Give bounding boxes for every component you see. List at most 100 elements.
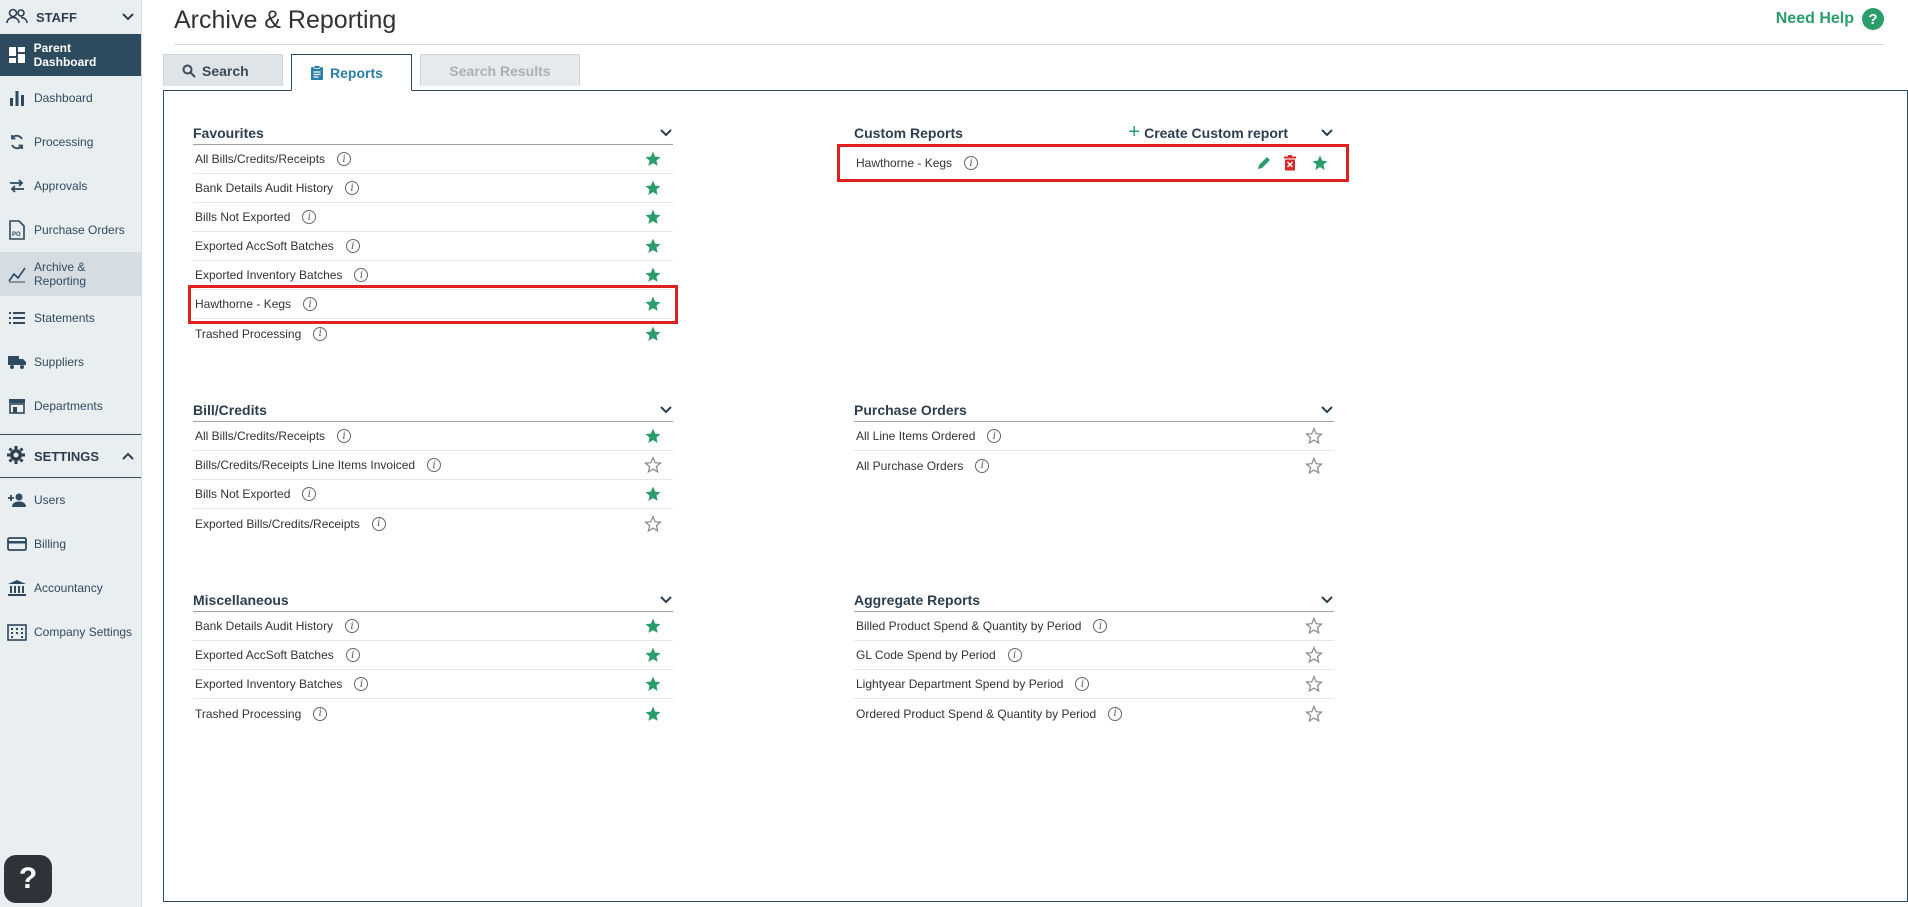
info-icon[interactable]: i (1108, 706, 1123, 721)
settings-section-toggle[interactable]: SETTINGS (0, 434, 141, 478)
info-icon[interactable]: i (964, 156, 979, 170)
sidebar-item-users[interactable]: Users (0, 478, 141, 522)
report-row[interactable]: Ordered Product Spend & Quantity by Peri… (854, 699, 1334, 728)
info-icon[interactable]: i (1007, 648, 1022, 662)
sidebar-item-accountancy[interactable]: Accountancy (0, 566, 141, 610)
star-filled-icon[interactable] (643, 207, 663, 227)
sidebar-item-label: Users (34, 493, 66, 507)
info-icon[interactable]: i (337, 152, 352, 166)
star-filled-icon[interactable] (643, 324, 663, 344)
star-outline-icon[interactable] (1304, 674, 1324, 694)
sidebar-item-approvals[interactable]: Approvals (0, 164, 141, 208)
tab-search-results[interactable]: Search Results (420, 54, 580, 86)
star-filled-icon[interactable] (643, 265, 663, 285)
sidebar-item-suppliers[interactable]: Suppliers (0, 340, 141, 384)
report-row[interactable]: Lightyear Department Spend by Period i (854, 670, 1334, 699)
chevron-down-icon[interactable] (1320, 125, 1334, 141)
report-row[interactable]: Bank Details Audit History i (193, 612, 673, 641)
star-filled-icon[interactable] (643, 616, 663, 636)
star-outline-icon[interactable] (1304, 645, 1324, 665)
report-row[interactable]: All Bills/Credits/Receipts i (193, 422, 673, 451)
star-filled-icon[interactable] (643, 484, 663, 504)
report-row[interactable]: Trashed Processing i (193, 319, 673, 348)
star-filled-icon[interactable] (643, 294, 663, 314)
info-icon[interactable]: i (313, 706, 328, 721)
star-filled-icon[interactable] (643, 426, 663, 446)
need-help-link[interactable]: Need Help ? (1776, 8, 1884, 30)
report-row[interactable]: Bank Details Audit History i (193, 174, 673, 203)
report-row[interactable]: All Bills/Credits/Receipts i (193, 145, 673, 174)
chevron-down-icon[interactable] (659, 402, 673, 418)
star-outline-icon[interactable] (643, 455, 663, 475)
sidebar-item-company-settings[interactable]: Company Settings (0, 610, 141, 654)
star-outline-icon[interactable] (1304, 426, 1324, 446)
chevron-down-icon[interactable] (659, 592, 673, 608)
star-filled-icon[interactable] (643, 674, 663, 694)
report-row[interactable]: Billed Product Spend & Quantity by Perio… (854, 612, 1334, 641)
star-outline-icon[interactable] (1304, 704, 1324, 724)
chevron-up-icon (121, 449, 135, 464)
info-icon[interactable]: i (354, 677, 369, 691)
report-row[interactable]: Exported Bills/Credits/Receipts i (193, 509, 673, 538)
info-icon[interactable]: i (354, 268, 369, 282)
report-row[interactable]: Trashed Processing i (193, 699, 673, 728)
info-icon[interactable]: i (345, 181, 360, 195)
report-row[interactable]: Bills/Credits/Receipts Line Items Invoic… (193, 451, 673, 480)
sidebar-item-statements[interactable]: Statements (0, 296, 141, 340)
question-mark-icon: ? (18, 862, 38, 895)
report-row[interactable]: Exported Inventory Batches i (193, 261, 673, 290)
info-icon[interactable]: i (427, 458, 442, 472)
sidebar-item-archive-reporting[interactable]: Archive & Reporting (0, 252, 141, 296)
info-icon[interactable]: i (345, 239, 360, 253)
report-row[interactable]: All Line Items Ordered i (854, 422, 1334, 451)
sidebar-item-dashboard[interactable]: Dashboard (0, 76, 141, 120)
report-row[interactable]: Bills Not Exported i (193, 203, 673, 232)
info-icon[interactable]: i (987, 429, 1002, 443)
sidebar-item-parent-dashboard[interactable]: Parent Dashboard (0, 34, 141, 76)
report-row[interactable]: Exported Inventory Batches i (193, 670, 673, 699)
info-icon[interactable]: i (313, 326, 328, 341)
info-icon[interactable]: i (371, 516, 386, 531)
chevron-down-icon[interactable] (1320, 402, 1334, 418)
help-chat-button[interactable]: ? (4, 855, 52, 903)
sidebar-item-departments[interactable]: Departments (0, 384, 141, 428)
staff-section-toggle[interactable]: STAFF (0, 0, 141, 34)
star-filled-icon[interactable] (643, 704, 663, 724)
report-row[interactable]: GL Code Spend by Period i (854, 641, 1334, 670)
miscellaneous-list: Bank Details Audit History i Exported Acc… (193, 612, 673, 728)
sidebar-item-billing[interactable]: Billing (0, 522, 141, 566)
report-row-highlighted[interactable]: Hawthorne - Kegs i (188, 285, 678, 324)
tab-reports[interactable]: Reports (291, 54, 412, 91)
report-row[interactable]: All Purchase Orders i (854, 451, 1334, 480)
create-custom-report-button[interactable]: + Create Custom report (1128, 121, 1288, 144)
star-filled-icon[interactable] (643, 236, 663, 256)
star-outline-icon[interactable] (1304, 456, 1324, 476)
sidebar-item-purchase-orders[interactable]: PO Purchase Orders (0, 208, 141, 252)
star-outline-icon[interactable] (643, 514, 663, 534)
info-icon[interactable]: i (302, 210, 317, 224)
report-row[interactable]: Exported AccSoft Batches i (193, 232, 673, 261)
info-icon[interactable]: i (975, 458, 990, 473)
info-icon[interactable]: i (302, 487, 317, 501)
info-icon[interactable]: i (345, 648, 360, 662)
tab-search[interactable]: Search (163, 54, 283, 86)
star-outline-icon[interactable] (1304, 616, 1324, 636)
report-row-highlighted[interactable]: Hawthorne - Kegs i (837, 144, 1349, 182)
chevron-down-icon[interactable] (1320, 592, 1334, 608)
star-filled-icon[interactable] (643, 149, 663, 169)
info-icon[interactable]: i (337, 429, 352, 443)
star-filled-icon[interactable] (643, 645, 663, 665)
info-icon[interactable]: i (345, 619, 360, 633)
info-icon[interactable]: i (1075, 677, 1090, 691)
star-filled-icon[interactable] (1310, 153, 1330, 173)
delete-icon[interactable] (1280, 153, 1300, 173)
chevron-down-icon[interactable] (659, 125, 673, 141)
report-name: Lightyear Department Spend by Period (856, 677, 1064, 691)
report-row[interactable]: Exported AccSoft Batches i (193, 641, 673, 670)
info-icon[interactable]: i (303, 297, 318, 311)
star-filled-icon[interactable] (643, 178, 663, 198)
edit-pencil-icon[interactable] (1254, 153, 1274, 173)
sidebar-item-processing[interactable]: Processing (0, 120, 141, 164)
report-row[interactable]: Bills Not Exported i (193, 480, 673, 509)
info-icon[interactable]: i (1093, 619, 1108, 633)
